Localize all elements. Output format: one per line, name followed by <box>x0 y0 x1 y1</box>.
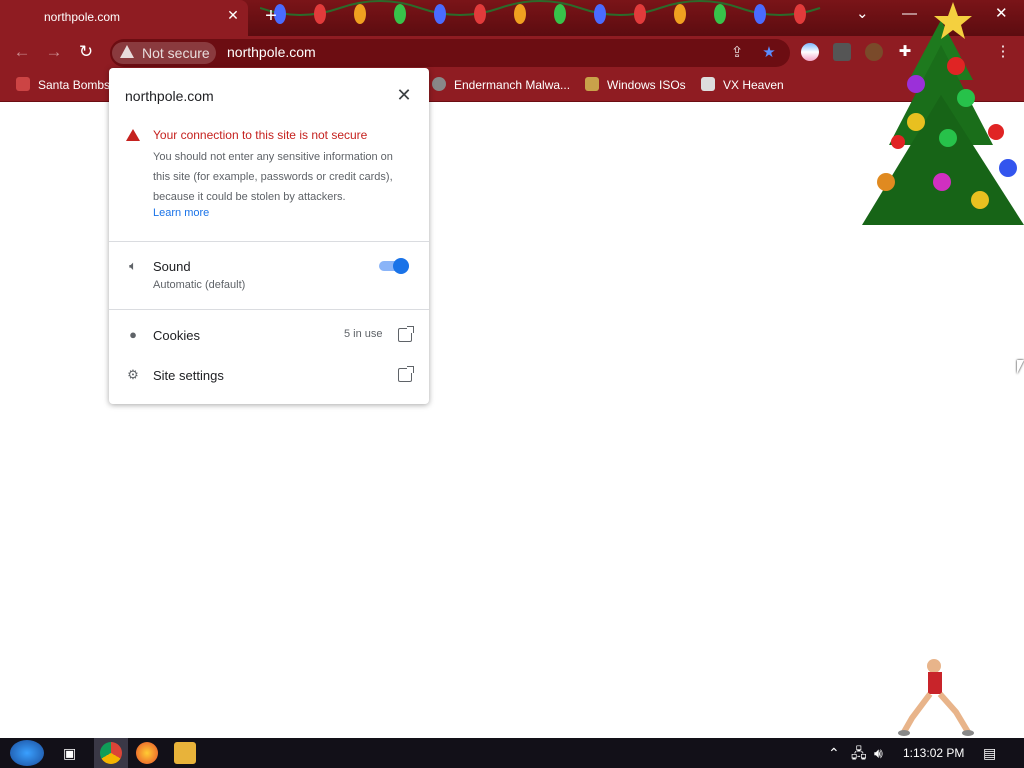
volume-icon[interactable]: 🔊︎ <box>874 744 883 762</box>
extension-flag-icon[interactable] <box>801 43 819 61</box>
site-settings-label[interactable]: Site settings <box>153 368 224 383</box>
close-tab-icon[interactable]: ✕ <box>226 8 240 22</box>
connection-warning-title: Your connection to this site is not secu… <box>153 128 368 142</box>
bookmark-windows-isos[interactable]: Windows ISOs <box>585 76 686 94</box>
omnibox[interactable]: Not secure northpole.com ⇪ ★ <box>110 39 790 67</box>
cookies-count: 5 in use <box>344 328 383 340</box>
notifications-icon[interactable]: ▤ <box>983 744 996 762</box>
cookies-label[interactable]: Cookies <box>153 328 200 343</box>
bookmark-santa-bombs[interactable]: Santa Bombs <box>16 76 110 94</box>
figure-icon <box>585 77 599 91</box>
extension-s-icon[interactable] <box>833 43 851 61</box>
dancing-santa-decoration <box>898 659 974 736</box>
not-secure-chip[interactable]: Not secure <box>112 42 216 64</box>
back-icon[interactable]: ← <box>12 42 32 62</box>
bookmark-label: Endermanch Malwa... <box>454 78 571 92</box>
divider <box>109 309 429 310</box>
popup-site-title: northpole.com <box>125 88 214 104</box>
warning-icon <box>120 45 134 58</box>
chrome-taskbar-button[interactable] <box>94 738 128 768</box>
gear-icon: ⚙ <box>127 367 139 382</box>
chrome-icon <box>100 742 122 764</box>
url-text[interactable]: northpole.com <box>227 44 316 60</box>
vx-heaven-icon <box>701 77 715 91</box>
raccoon-icon <box>432 77 446 91</box>
bookmark-label: Santa Bombs <box>38 78 111 92</box>
cookie-icon: ● <box>129 327 137 342</box>
close-popup-icon[interactable]: ✕ <box>395 86 413 104</box>
tab-title: northpole.com <box>44 10 121 24</box>
forward-icon[interactable]: → <box>44 42 64 62</box>
new-tab-button[interactable]: + <box>261 6 281 26</box>
reload-icon[interactable]: ↻ <box>76 42 96 62</box>
tray-chevron-icon[interactable]: ⌃ <box>828 744 840 762</box>
open-external-icon[interactable] <box>398 366 414 382</box>
taskbar: ▣ ⌃ 🖧︎ 🔊︎ 1:13:02 PM ▤ <box>0 738 1024 768</box>
warning-icon <box>126 129 140 141</box>
sound-toggle[interactable] <box>379 258 409 274</box>
divider <box>109 241 429 242</box>
network-icon[interactable]: 🖧︎ <box>851 744 867 762</box>
firefox-icon[interactable] <box>136 742 158 764</box>
sound-label: Sound <box>153 259 191 274</box>
bookmark-label: VX Heaven <box>723 78 784 92</box>
bookmark-star-icon[interactable]: ★ <box>760 44 778 62</box>
christmas-lights-decoration <box>260 0 821 24</box>
bookmark-label: Windows ISOs <box>607 78 686 92</box>
task-view-icon[interactable]: ▣ <box>63 744 76 762</box>
christmas-tree-decoration <box>862 2 1024 225</box>
learn-more-link[interactable]: Learn more <box>153 207 209 219</box>
tab-northpole[interactable]: northpole.com ✕ <box>0 0 248 36</box>
not-secure-label: Not secure <box>142 45 210 61</box>
toggle-knob <box>393 258 409 274</box>
mouse-cursor <box>1017 360 1024 374</box>
start-button[interactable] <box>10 740 44 766</box>
taskbar-clock[interactable]: 1:13:02 PM <box>903 746 964 760</box>
file-explorer-icon[interactable] <box>174 742 196 764</box>
bookmark-endermanch[interactable]: Endermanch Malwa... <box>432 76 570 94</box>
bookmark-vx-heaven[interactable]: VX Heaven <box>701 76 784 94</box>
site-info-popup: northpole.com ✕ Your connection to this … <box>109 68 429 404</box>
santa-icon <box>16 77 30 91</box>
share-icon[interactable]: ⇪ <box>728 44 746 62</box>
sound-sublabel: Automatic (default) <box>153 279 246 291</box>
speaker-icon: 🔈︎ <box>129 258 137 273</box>
connection-warning-body: You should not enter any sensitive infor… <box>153 151 393 203</box>
open-external-icon[interactable] <box>398 326 414 342</box>
